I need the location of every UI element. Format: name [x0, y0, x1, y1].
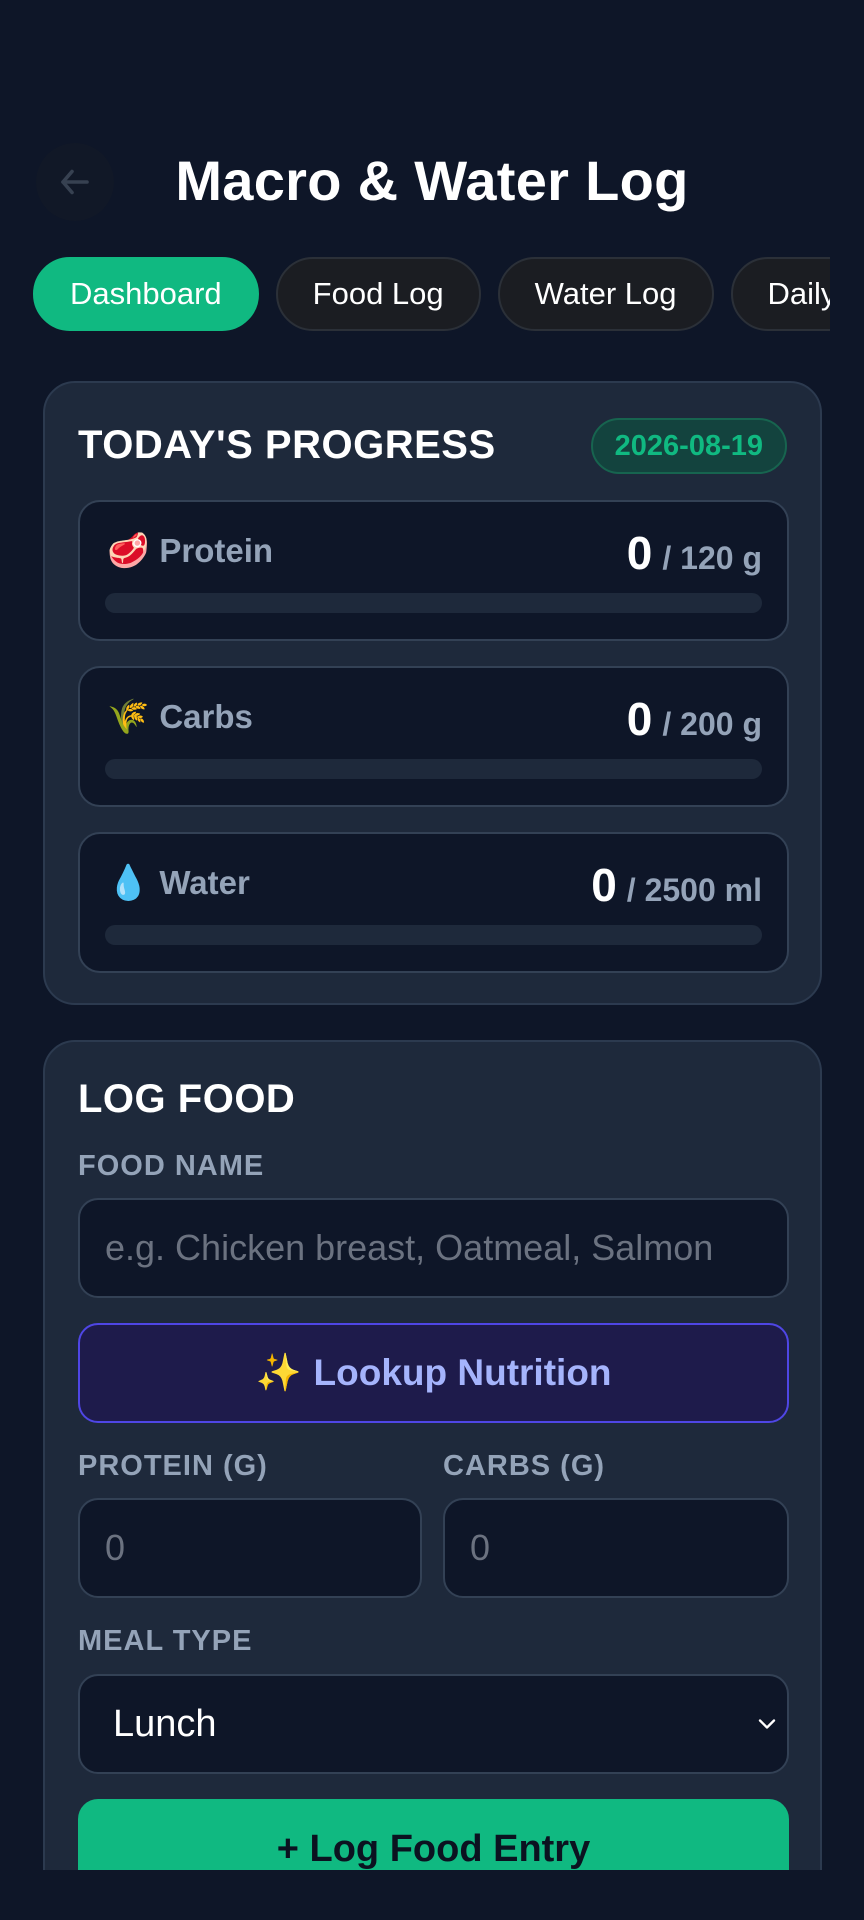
metric-protein-value: 0 / 120 g: [627, 526, 762, 580]
tab-daily[interactable]: Daily: [730, 257, 830, 331]
meal-type-select[interactable]: Lunch: [78, 1674, 789, 1774]
sparkles-icon: ✨: [255, 1351, 302, 1393]
metric-water-current: 0: [591, 859, 617, 911]
food-name-label: FOOD NAME: [78, 1150, 265, 1182]
progress-card: TODAY'S PROGRESS 2026-08-19 🥩 Protein 0 …: [43, 381, 822, 1005]
tab-food-log[interactable]: Food Log: [275, 257, 481, 331]
tab-dashboard[interactable]: Dashboard: [33, 257, 259, 331]
tab-bar: Dashboard Food Log Water Log Daily: [33, 257, 830, 331]
meal-type-label: MEAL TYPE: [78, 1625, 253, 1657]
carbs-input[interactable]: [443, 1498, 789, 1598]
metric-protein-label: Protein: [159, 532, 274, 569]
metric-water-value: 0 / 2500 ml: [591, 858, 762, 912]
metric-water-label-group: 💧 Water: [107, 864, 250, 902]
droplet-icon: 💧: [107, 864, 150, 902]
metric-protein-goal: / 120 g: [662, 540, 762, 576]
metric-carbs-goal: / 200 g: [662, 706, 762, 742]
metric-carbs: 🌾 Carbs 0 / 200 g: [78, 666, 789, 807]
log-food-title: LOG FOOD: [78, 1077, 296, 1121]
bottom-edge: [0, 1870, 864, 1920]
app-screen: Macro & Water Log Dashboard Food Log Wat…: [0, 0, 864, 1920]
lookup-nutrition-label: Lookup Nutrition: [313, 1352, 612, 1393]
metric-carbs-current: 0: [626, 693, 653, 745]
chevron-down-icon: [758, 1719, 776, 1729]
date-badge: 2026-08-19: [590, 418, 787, 474]
metric-water: 💧 Water 0 / 2500 ml: [78, 832, 789, 973]
metric-water-goal: / 2500 ml: [626, 872, 762, 908]
metric-carbs-label: Carbs: [159, 698, 253, 735]
page-title: Macro & Water Log: [175, 149, 689, 212]
meal-type-value: Lunch: [113, 1702, 217, 1745]
metric-protein: 🥩 Protein 0 / 120 g: [78, 500, 789, 641]
protein-label: PROTEIN (G): [78, 1450, 268, 1482]
carbs-label: CARBS (G): [443, 1450, 606, 1482]
protein-input[interactable]: [78, 1498, 422, 1598]
log-food-card: LOG FOOD FOOD NAME ✨ Lookup Nutrition PR…: [43, 1040, 822, 1920]
metric-protein-progress-bar: [105, 593, 762, 613]
metric-water-label: Water: [159, 864, 250, 901]
metric-carbs-value: 0 / 200 g: [627, 692, 762, 746]
metric-protein-current: 0: [626, 527, 653, 579]
metric-protein-label-group: 🥩 Protein: [107, 532, 273, 570]
meat-icon: 🥩: [107, 532, 150, 570]
food-name-input[interactable]: [78, 1198, 789, 1298]
metric-water-progress-bar: [105, 925, 762, 945]
progress-title: TODAY'S PROGRESS: [78, 423, 496, 467]
metric-carbs-progress-bar: [105, 759, 762, 779]
wheat-icon: 🌾: [107, 698, 150, 736]
lookup-nutrition-button[interactable]: ✨ Lookup Nutrition: [78, 1323, 789, 1423]
tab-water-log[interactable]: Water Log: [497, 257, 714, 331]
metric-carbs-label-group: 🌾 Carbs: [107, 698, 253, 736]
